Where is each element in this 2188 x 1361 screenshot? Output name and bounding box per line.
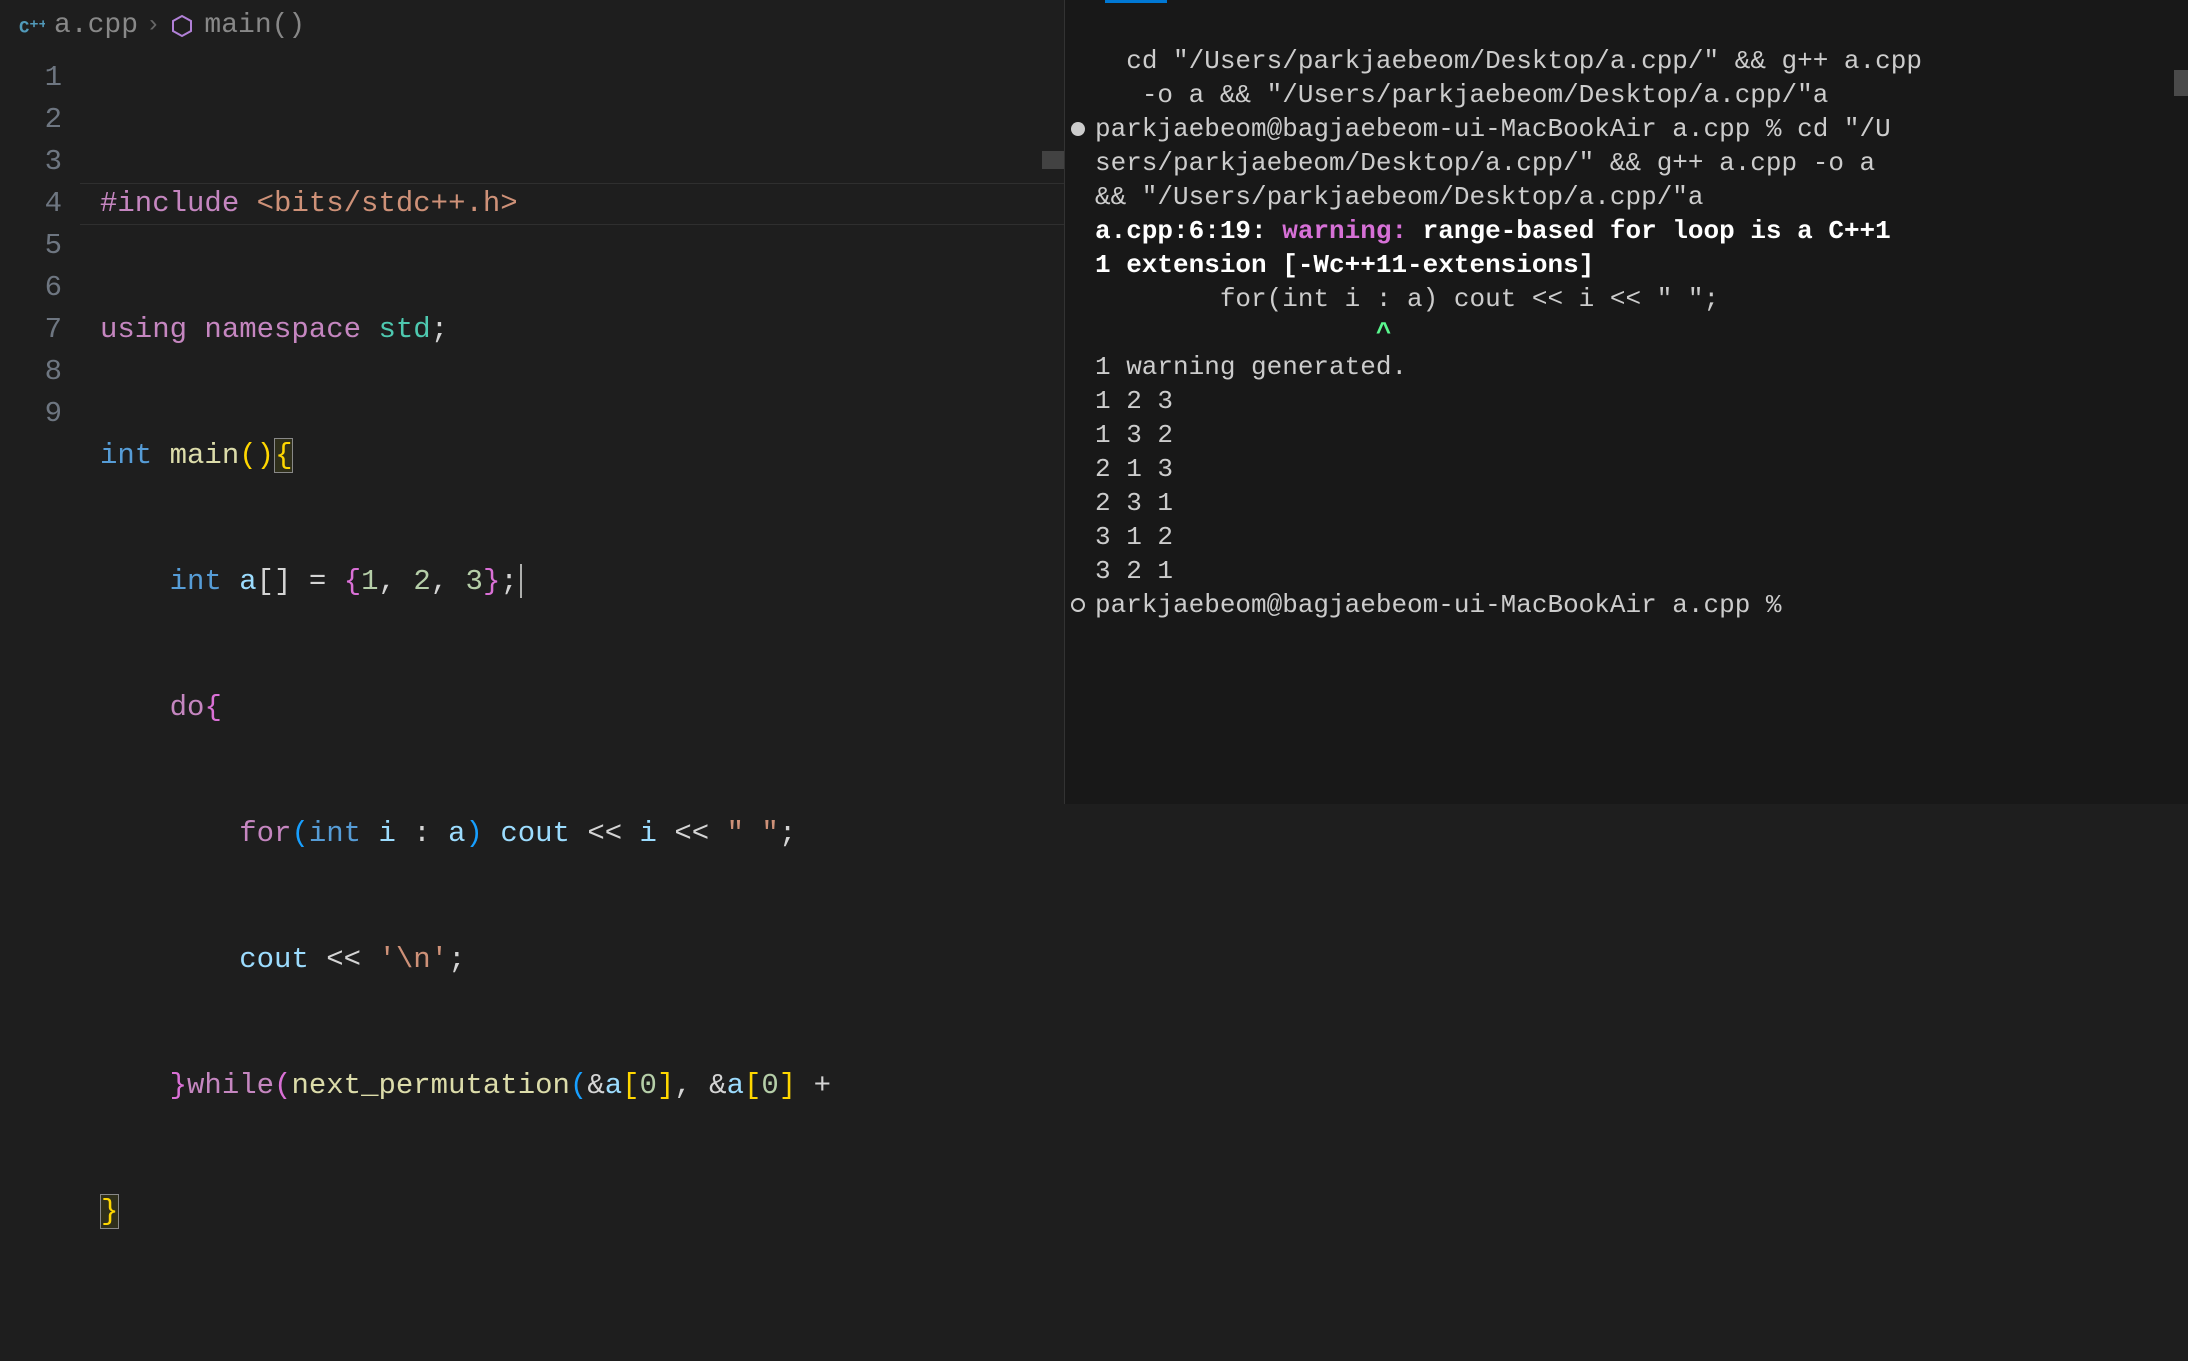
line-number: 9 [0, 393, 62, 435]
terminal-line: ^ [1095, 316, 2168, 350]
text-cursor [520, 564, 522, 598]
overview-ruler-mark[interactable] [1042, 151, 1064, 169]
terminal-line: sers/parkjaebeom/Desktop/a.cpp/" && g++ … [1095, 146, 2168, 180]
terminal-pane[interactable]: cd "/Users/parkjaebeom/Desktop/a.cpp/" &… [1065, 0, 2188, 804]
symbol-method-icon [168, 12, 196, 40]
svg-text:C⁺⁺: C⁺⁺ [19, 19, 45, 38]
terminal-line: 1 warning generated. [1095, 350, 2168, 384]
terminal-line: parkjaebeom@bagjaebeom-ui-MacBookAir a.c… [1095, 588, 2168, 622]
terminal-line: cd "/Users/parkjaebeom/Desktop/a.cpp/" &… [1095, 44, 2168, 78]
terminal-line: 1 3 2 [1095, 418, 2168, 452]
terminal-line: && "/Users/parkjaebeom/Desktop/a.cpp/"a [1095, 180, 2168, 214]
line-number: 7 [0, 309, 62, 351]
line-number: 6 [0, 267, 62, 309]
terminal-line: 3 1 2 [1095, 520, 2168, 554]
terminal-line: parkjaebeom@bagjaebeom-ui-MacBookAir a.c… [1095, 112, 2168, 146]
prompt-dot-filled-icon [1071, 122, 1085, 136]
breadcrumb[interactable]: C⁺⁺ a.cpp › main() [0, 0, 1064, 51]
terminal-scrollbar[interactable] [2174, 70, 2188, 96]
line-number: 2 [0, 99, 62, 141]
line-gutter: 1 2 3 4 5 6 7 8 9 [0, 51, 80, 1359]
breadcrumb-symbol[interactable]: main() [204, 10, 305, 41]
prompt-dot-empty-icon [1071, 598, 1085, 612]
terminal-line: a.cpp:6:19: warning: range-based for loo… [1095, 214, 2168, 248]
terminal-line: 1 2 3 [1095, 384, 2168, 418]
cpp-file-icon: C⁺⁺ [18, 12, 46, 40]
line-number: 4 [0, 183, 62, 225]
code-content[interactable]: #include <bits/stdc++.h> using namespace… [80, 51, 1064, 1359]
terminal-line: 1 extension [-Wc++11-extensions] [1095, 248, 2168, 282]
editor-pane: C⁺⁺ a.cpp › main() 1 2 3 4 5 6 7 8 9 #in… [0, 0, 1065, 804]
terminal-line: for(int i : a) cout << i << " "; [1095, 282, 2168, 316]
line-number: 5 [0, 225, 62, 267]
terminal-line: 2 3 1 [1095, 486, 2168, 520]
code-area[interactable]: 1 2 3 4 5 6 7 8 9 #include <bits/stdc++.… [0, 51, 1064, 1359]
line-number: 3 [0, 141, 62, 183]
breadcrumb-file[interactable]: a.cpp [54, 10, 138, 41]
terminal-line: -o a && "/Users/parkjaebeom/Desktop/a.cp… [1095, 78, 2168, 112]
line-number: 8 [0, 351, 62, 393]
line-number: 1 [0, 57, 62, 99]
chevron-right-icon: › [146, 12, 160, 39]
terminal-line: 2 1 3 [1095, 452, 2168, 486]
terminal-line: 3 2 1 [1095, 554, 2168, 588]
terminal-output[interactable]: cd "/Users/parkjaebeom/Desktop/a.cpp/" &… [1095, 10, 2168, 690]
